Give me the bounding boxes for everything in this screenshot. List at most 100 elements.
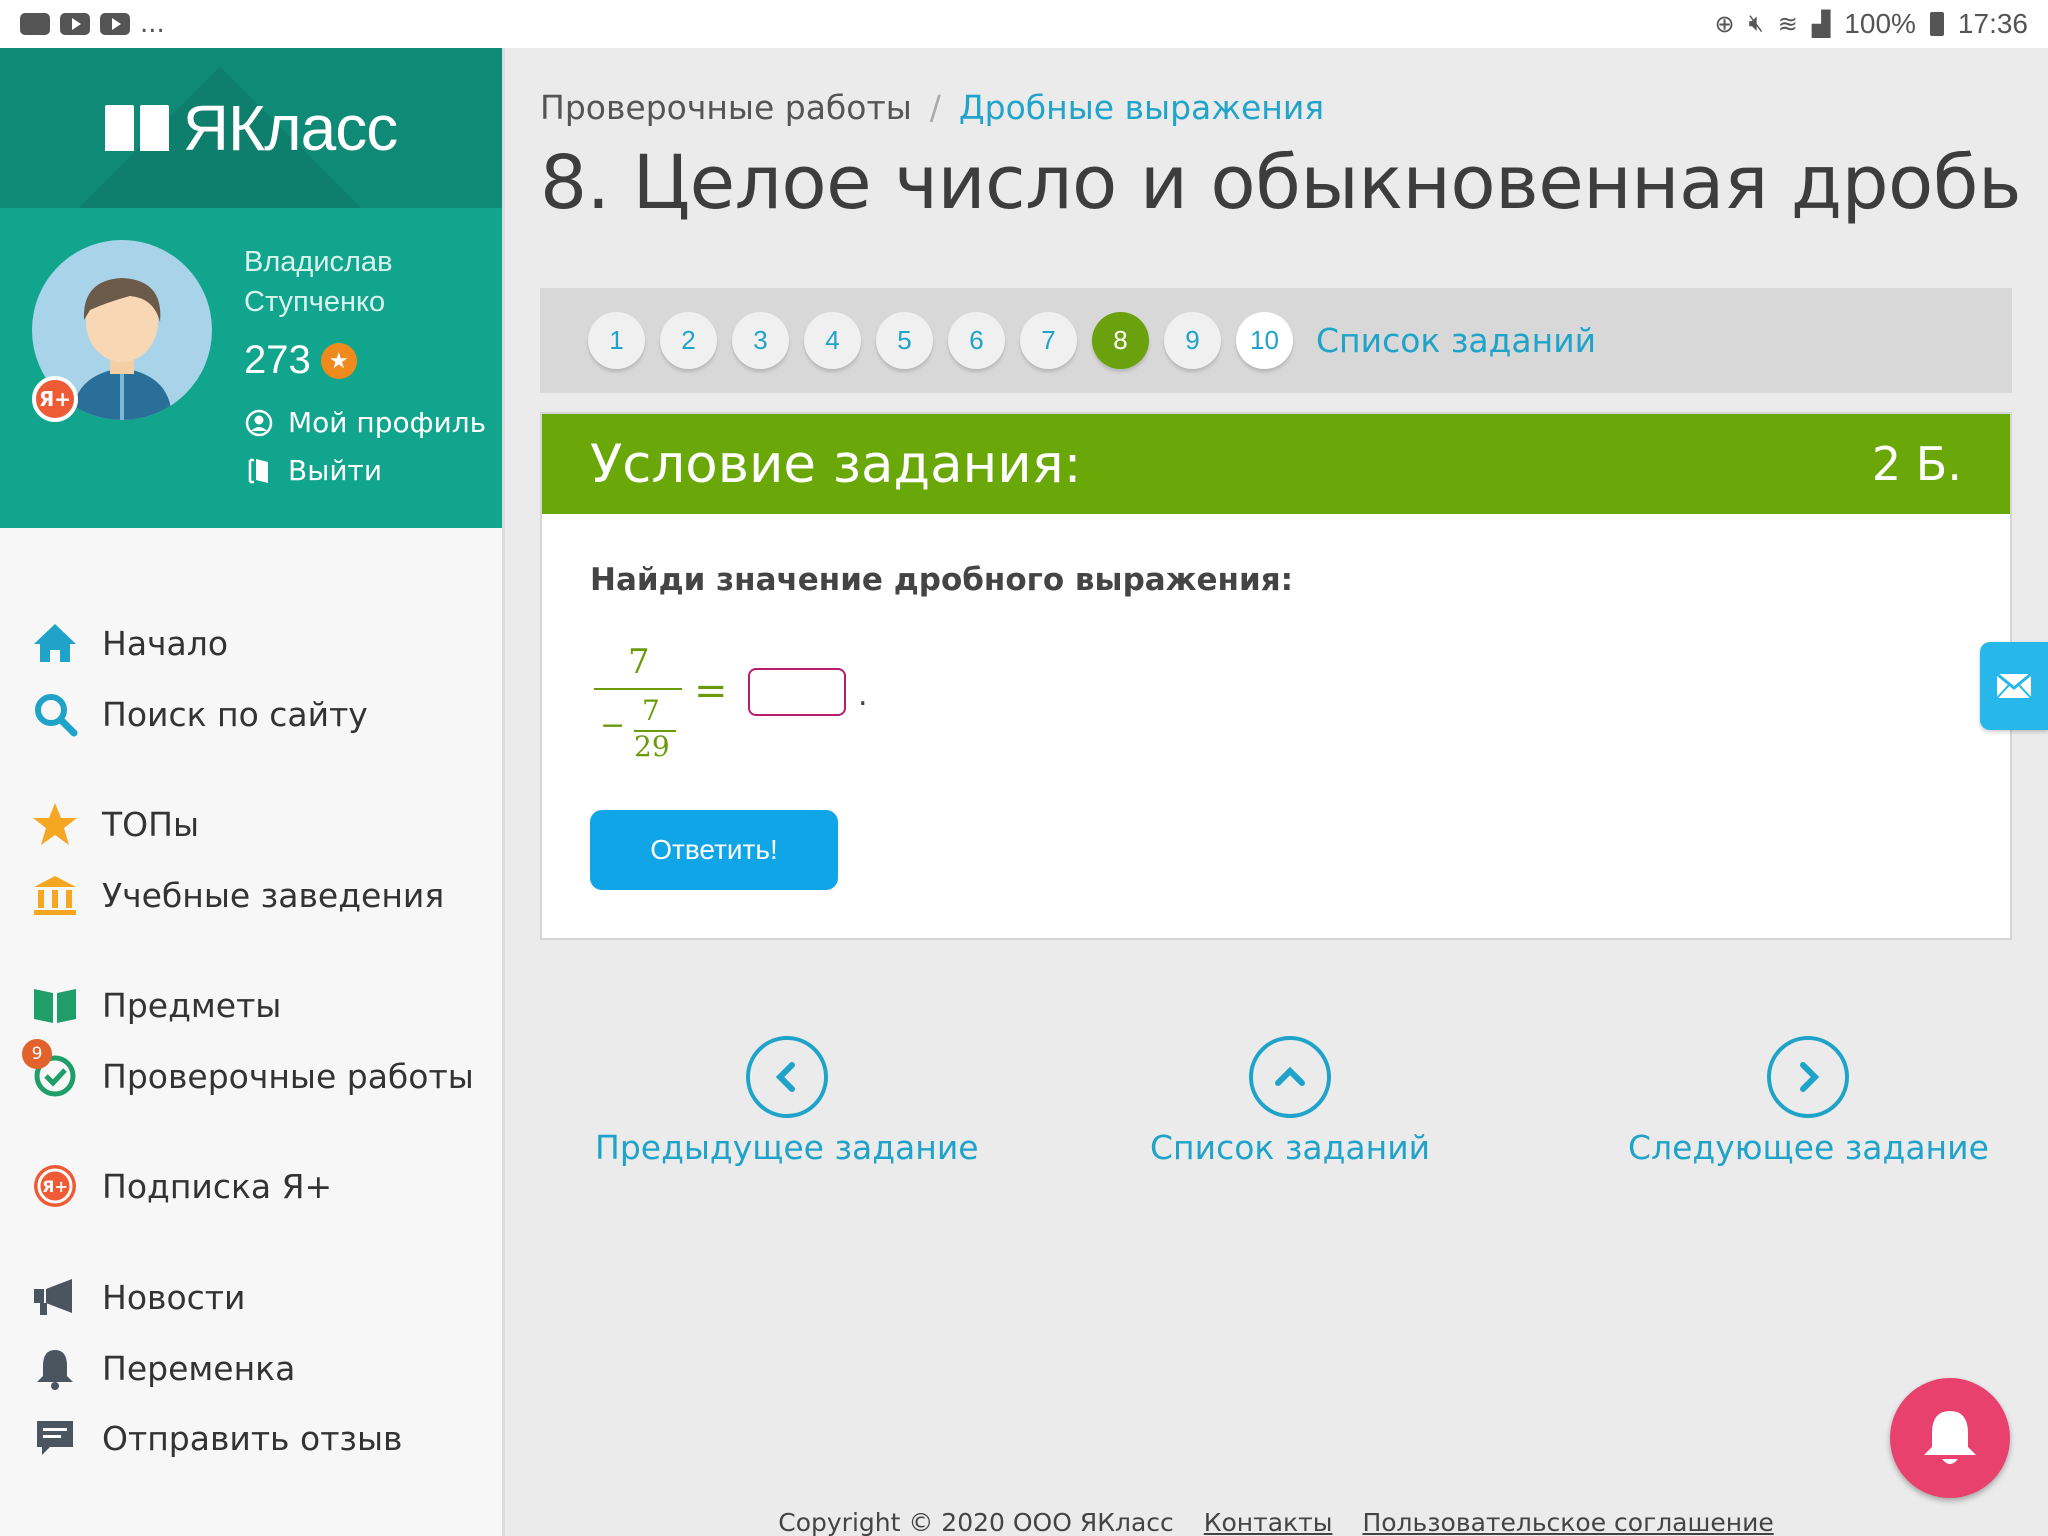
institution-icon — [30, 870, 80, 920]
inner-fraction-numerator: 7 — [642, 694, 660, 727]
breadcrumb-parent[interactable]: Проверочные работы — [540, 88, 912, 127]
contacts-link[interactable]: Контакты — [1204, 1508, 1333, 1536]
star-icon — [30, 799, 80, 849]
submit-answer-button[interactable]: Ответить! — [590, 810, 838, 890]
pager-page[interactable]: 7 — [1020, 312, 1077, 369]
answer-input[interactable] — [748, 668, 846, 716]
book-icon — [30, 980, 80, 1030]
sidebar-item-label: Проверочные работы — [102, 1056, 474, 1096]
points-value: 273 — [244, 338, 311, 382]
breadcrumb-current[interactable]: Дробные выражения — [959, 88, 1324, 127]
chevron-left-icon — [745, 1036, 828, 1118]
profile-last-name: Ступченко — [244, 286, 386, 318]
pager-page-active[interactable]: 8 — [1092, 312, 1149, 369]
clock: 17:36 — [1957, 8, 2028, 39]
expression-period: . — [858, 678, 868, 713]
breadcrumb: Проверочные работы / Дробные выражения — [540, 88, 1324, 127]
mail-notification-icon — [20, 13, 50, 35]
task-pager: 1 2 3 4 5 6 7 8 9 10 Список заданий — [540, 288, 2012, 393]
pager-page[interactable]: 3 — [732, 312, 789, 369]
task-list-link[interactable]: Список заданий — [1316, 321, 1596, 360]
profile-name: Владислав Ступченко — [244, 242, 392, 322]
task-header-title: Условие задания: — [590, 433, 1082, 495]
pager-page[interactable]: 1 — [588, 312, 645, 369]
status-left: ... — [20, 9, 165, 39]
sidebar-item-label: Поиск по сайту — [102, 694, 368, 734]
profile-panel: Я+ Владислав Ступченко 273 ★ Мой профиль… — [0, 208, 502, 528]
pager-page[interactable]: 10 — [1236, 312, 1293, 369]
pager-page[interactable]: 5 — [876, 312, 933, 369]
bell-icon — [1924, 1411, 1976, 1464]
sidebar-item-label: Отправить отзыв — [102, 1418, 403, 1458]
pager-page[interactable]: 4 — [804, 312, 861, 369]
youtube-notification-icon — [60, 13, 90, 35]
home-icon — [30, 618, 80, 668]
breadcrumb-separator: / — [929, 88, 941, 127]
pager-page[interactable]: 9 — [1164, 312, 1221, 369]
task-score: 2 Б. — [1871, 437, 1962, 491]
mute-icon: 🔇︎ — [1748, 10, 1764, 37]
search-icon — [30, 689, 80, 739]
sidebar-item-tops[interactable]: ТОПы — [30, 799, 199, 849]
pager-page[interactable]: 6 — [948, 312, 1005, 369]
sidebar-item-break[interactable]: Переменка — [30, 1343, 295, 1393]
task-list-bottom-label: Список заданий — [1150, 1128, 1431, 1167]
battery-icon — [1929, 12, 1944, 36]
fraction-bar — [594, 688, 682, 690]
user-agreement-link[interactable]: Пользовательское соглашение — [1362, 1508, 1773, 1536]
equals-sign: = — [694, 668, 728, 714]
check-icon: 9 — [22, 1039, 80, 1101]
youtube-notification-icon — [100, 13, 130, 35]
envelope-icon — [1996, 673, 2032, 699]
my-profile-label: Мой профиль — [288, 406, 487, 439]
task-card: Условие задания: 2 Б. Найди значение дро… — [540, 412, 2012, 940]
logout-label: Выйти — [288, 454, 383, 487]
sidebar-item-search[interactable]: Поиск по сайту — [30, 689, 368, 739]
logo[interactable]: ЯКласс — [0, 48, 502, 208]
data-saver-icon: ⊕ — [1714, 10, 1735, 38]
sidebar-item-tests[interactable]: 9 Проверочные работы — [22, 1039, 474, 1101]
pager-page[interactable]: 2 — [660, 312, 717, 369]
points-counter: 273 ★ — [244, 338, 357, 383]
sidebar-item-subscription[interactable]: Я+ Подписка Я+ — [30, 1161, 332, 1211]
feedback-icon — [30, 1413, 80, 1463]
sidebar-item-label: Начало — [102, 623, 229, 663]
feedback-mail-tab[interactable] — [1980, 642, 2048, 730]
user-circle-icon — [245, 409, 273, 436]
previous-task-label: Предыдущее задание — [595, 1128, 979, 1167]
sidebar-item-label: Учебные заведения — [102, 875, 445, 915]
ya-plus-icon: Я+ — [30, 1161, 80, 1211]
battery-percent: 100% — [1844, 8, 1916, 39]
tests-count-badge: 9 — [22, 1039, 52, 1069]
next-task-link[interactable]: Следующее задание — [1628, 1036, 1989, 1167]
fraction-minus: − — [600, 708, 626, 743]
chevron-up-icon — [1249, 1036, 1332, 1118]
my-profile-link[interactable]: Мой профиль — [244, 406, 486, 439]
notifications-button[interactable] — [1890, 1378, 2010, 1498]
next-task-label: Следующее задание — [1628, 1128, 1989, 1167]
previous-task-link[interactable]: Предыдущее задание — [595, 1036, 979, 1167]
sidebar-item-news[interactable]: Новости — [30, 1272, 245, 1322]
page-title: 8. Целое число и обыкновенная дробь — [540, 140, 2022, 226]
sidebar-item-feedback[interactable]: Отправить отзыв — [30, 1413, 402, 1463]
wifi-icon: ≋ — [1777, 10, 1798, 38]
star-icon: ★ — [320, 342, 357, 379]
task-list-bottom-link[interactable]: Список заданий — [1150, 1036, 1430, 1167]
sidebar-item-label: Переменка — [102, 1348, 296, 1388]
fraction-numerator: 7 — [628, 642, 650, 682]
profile-first-name: Владислав — [244, 246, 393, 278]
logo-book-icon — [104, 105, 169, 151]
sidebar-item-label: ТОПы — [102, 804, 200, 844]
bell-icon — [30, 1343, 80, 1393]
sidebar-item-institutions[interactable]: Учебные заведения — [30, 870, 444, 920]
more-notifications: ... — [140, 9, 165, 39]
status-right: ⊕ 🔇︎ ≋ ▟ 100% 17:36 — [1714, 8, 2028, 40]
sidebar-item-home[interactable]: Начало — [30, 618, 228, 668]
task-question: Найди значение дробного выражения: — [590, 562, 1293, 598]
footer: Copyright © 2020 ООО ЯКласс Контакты Пол… — [540, 1508, 2012, 1536]
chevron-right-icon — [1767, 1036, 1850, 1118]
sidebar: ЯКласс Я+ Владислав Ступченко 273 ★ Мой … — [0, 48, 505, 1536]
svg-text:Я+: Я+ — [42, 1177, 68, 1196]
logout-link[interactable]: Выйти — [244, 454, 382, 487]
sidebar-item-subjects[interactable]: Предметы — [30, 980, 281, 1030]
